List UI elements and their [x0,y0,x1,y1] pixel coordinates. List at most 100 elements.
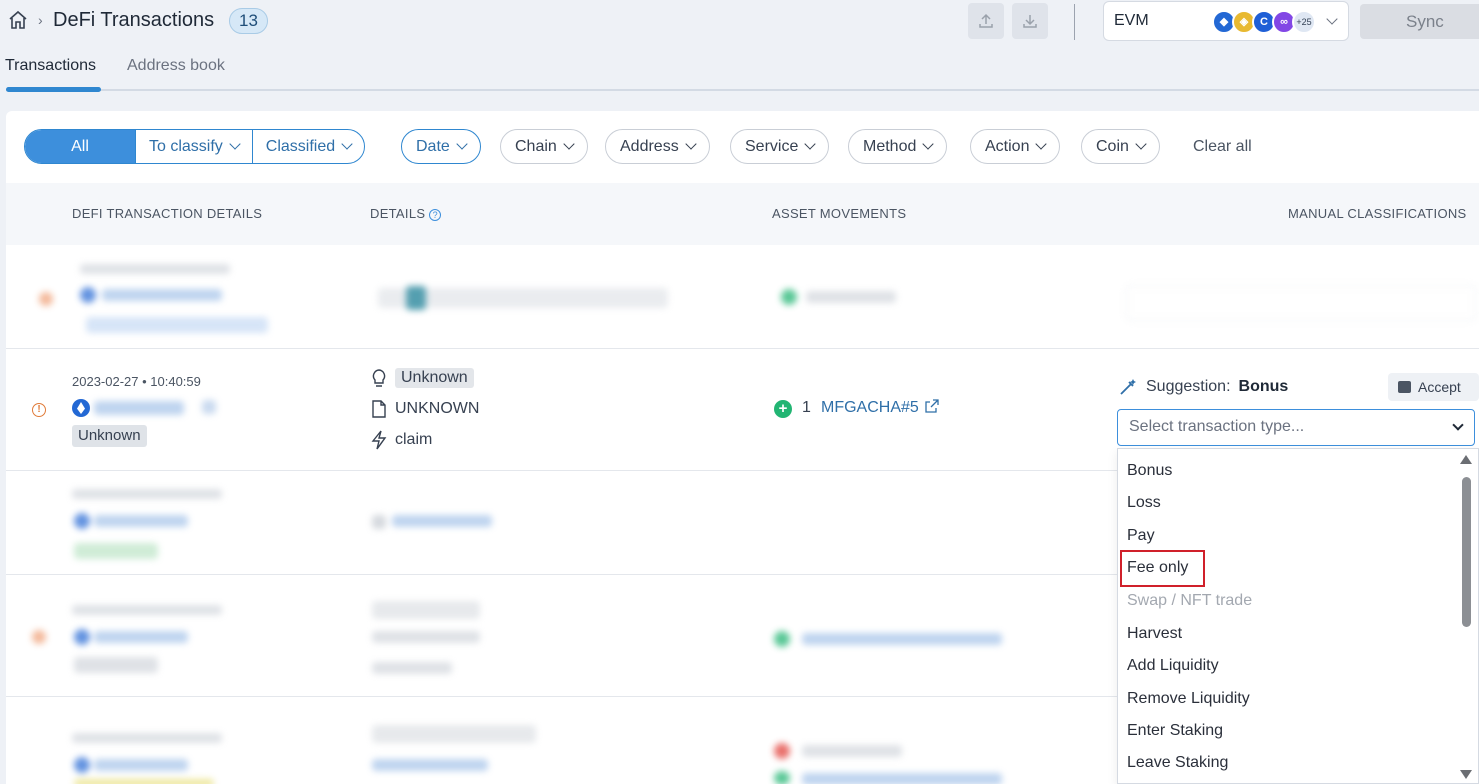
chevron-down-icon [563,138,575,150]
action-text: claim [395,431,433,448]
breadcrumb-separator-icon: › [38,12,43,28]
filter-method-label: Method [863,138,917,155]
tab-transactions[interactable]: Transactions [5,57,96,75]
filter-service[interactable]: Service [730,129,830,164]
column-header-details-label: DETAILS [370,206,426,221]
fee-only-highlight-box [1120,550,1205,587]
filter-action-label: Action [985,138,1030,155]
segment-classified-label: Classified [265,138,336,155]
filter-method[interactable]: Method [848,129,948,164]
service-line: Unknown [370,368,474,388]
import-button[interactable] [1012,3,1048,39]
chevron-down-icon [804,138,817,150]
document-icon [372,400,386,418]
scrollbar-thumb[interactable] [1462,477,1471,627]
segment-classified[interactable]: Classified [251,130,364,163]
segment-to-classify-label: To classify [149,138,223,155]
scroll-up-arrow-icon[interactable] [1460,455,1472,464]
external-link-icon [925,399,939,413]
more-chains-badge: +25 [1292,10,1316,34]
option-swap-nft-trade: Swap / NFT trade [1127,592,1253,609]
asset-link[interactable]: MFGACHA#5 [821,399,939,417]
dropdown-scrollbar[interactable] [1460,451,1476,783]
asset-amount: 1 [802,399,811,416]
status-badge: Unknown [72,425,147,447]
option-loss[interactable]: Loss [1127,494,1161,512]
option-remove-liquidity[interactable]: Remove Liquidity [1127,690,1250,708]
filter-date-label: Date [416,138,450,155]
tab-address-book[interactable]: Address book [127,57,225,75]
option-harvest[interactable]: Harvest [1127,625,1182,643]
active-tab-indicator [6,87,101,92]
transactions-panel: All To classify Classified Date Chain Ad… [6,111,1479,784]
filter-address[interactable]: Address [605,129,710,164]
external-link-icon[interactable] [202,400,216,414]
option-leave-staking[interactable]: Leave Staking [1127,754,1228,772]
scroll-down-arrow-icon[interactable] [1460,770,1472,779]
accept-suggestion-button[interactable]: Accept [1388,373,1479,401]
option-pay[interactable]: Pay [1127,527,1155,545]
option-enter-staking[interactable]: Enter Staking [1127,722,1223,740]
ethereum-icon [72,399,90,417]
service-badge: Unknown [395,368,474,388]
column-header-asset-movements: ASSET MOVEMENTS [772,206,907,221]
chevron-down-icon [1452,419,1464,431]
chevron-down-icon [1135,138,1147,150]
lightning-icon [371,430,387,450]
segment-all-label: All [71,138,89,155]
top-bar: › DeFi Transactions 13 EVM ◆ ◈ C ∞ +25 S… [0,0,1479,44]
accept-label: Accept [1418,379,1461,395]
export-button[interactable] [968,3,1004,39]
column-header-manual-classifications: MANUAL CLASSIFICATIONS [1288,206,1467,221]
option-add-liquidity[interactable]: Add Liquidity [1127,657,1219,675]
segment-to-classify[interactable]: To classify [135,130,252,163]
chevron-down-icon [1326,13,1338,25]
magic-wand-icon [1120,379,1136,395]
method-line: UNKNOWN [370,399,479,419]
chain-selector-value: EVM [1114,12,1149,29]
transaction-type-placeholder: Select transaction type... [1129,418,1305,435]
column-header-transaction-details: DEFI TRANSACTION DETAILS [72,206,263,221]
home-icon[interactable] [8,10,28,30]
clear-all-link[interactable]: Clear all [1193,138,1252,156]
transaction-date: 2023-02-27 • 10:40:59 [72,374,201,389]
chain-selector[interactable]: EVM ◆ ◈ C ∞ +25 [1103,1,1349,41]
row-divider [6,348,1479,349]
chevron-down-icon [1035,138,1048,150]
suggestion-label: Suggestion: [1146,378,1231,395]
filter-chain[interactable]: Chain [500,129,588,164]
upload-icon [979,13,993,28]
filter-coin[interactable]: Coin [1081,129,1160,164]
filter-coin-label: Coin [1096,138,1129,155]
action-line: claim [370,430,432,450]
option-bonus[interactable]: Bonus [1127,462,1172,480]
segment-all[interactable]: All [25,130,135,163]
asset-link-label: MFGACHA#5 [821,399,919,416]
chevron-down-icon [229,138,241,150]
filter-action[interactable]: Action [970,129,1061,164]
help-icon[interactable]: ? [429,208,442,221]
wallet-address[interactable] [94,401,184,415]
transaction-count-badge: 13 [229,8,268,34]
suggestion: Suggestion: Bonus [1118,377,1288,397]
transaction-type-select[interactable]: Select transaction type... [1117,409,1475,446]
page-title: DeFi Transactions [53,9,215,31]
classification-segmented-control: All To classify Classified [24,129,366,164]
filter-chain-label: Chain [515,138,557,155]
transaction-type-dropdown: Bonus Loss Pay Fee only Swap / NFT trade… [1117,448,1479,784]
incoming-plus-icon: + [774,400,792,418]
checkbox-icon [1398,381,1411,393]
download-icon [1023,15,1037,28]
column-header-details: DETAILS? [370,206,442,221]
filter-date[interactable]: Date [401,129,481,164]
lightbulb-icon [372,369,386,387]
tabs-divider [6,89,1479,91]
warning-icon: ! [32,403,46,417]
filter-service-label: Service [745,138,799,155]
chevron-down-icon [922,138,935,150]
chevron-down-icon [685,138,697,150]
chevron-down-icon [341,138,353,150]
sync-button[interactable]: Sync [1360,4,1479,39]
chevron-down-icon [456,138,468,150]
suggestion-value: Bonus [1238,378,1289,395]
